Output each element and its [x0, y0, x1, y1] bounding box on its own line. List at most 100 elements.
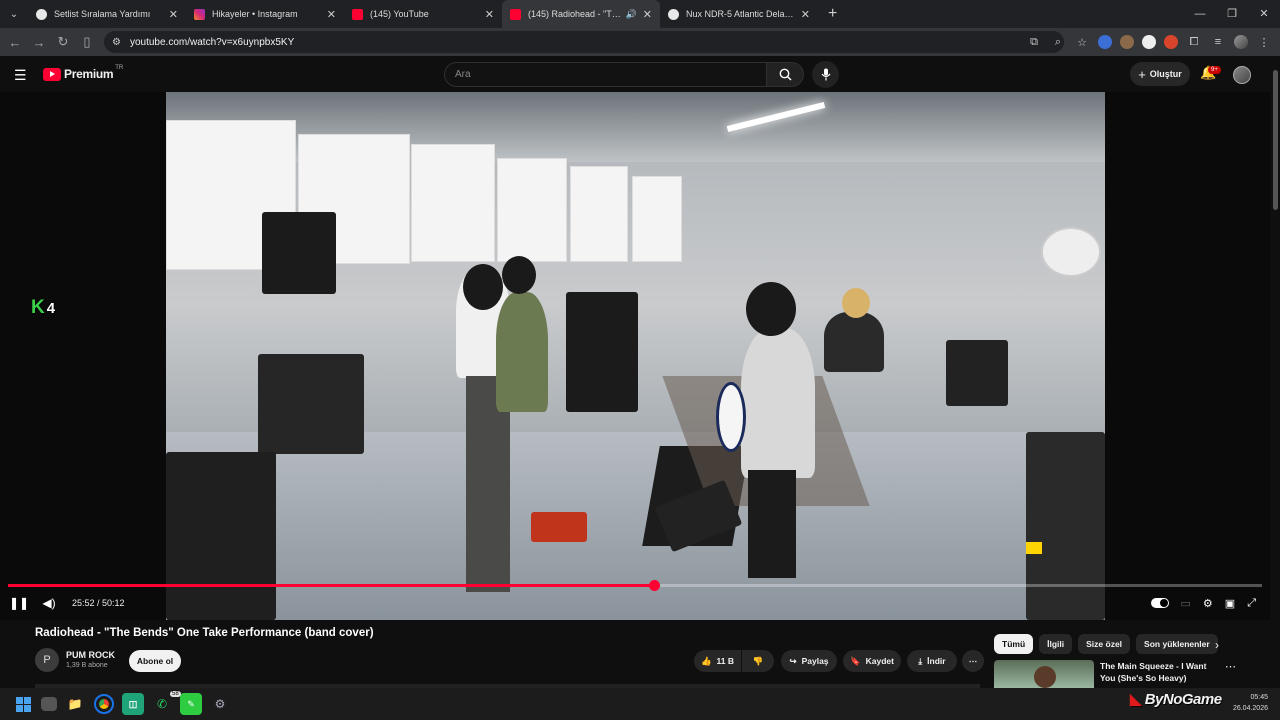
whatsapp-unread-badge: 58: [170, 691, 181, 697]
more-actions-button[interactable]: ⋯: [962, 650, 984, 672]
settings-gear-icon[interactable]: ⚙: [1203, 597, 1213, 610]
tab-title: Setlist Sıralama Yardımı: [54, 9, 151, 19]
chrome-icon[interactable]: [93, 693, 115, 715]
tab-3[interactable]: (145) Radiohead - "The Bends" 🔊 ✕: [502, 0, 660, 28]
close-icon[interactable]: ✕: [169, 8, 178, 21]
youtube-favicon-icon: [352, 8, 363, 20]
tab-0[interactable]: Setlist Sıralama Yardımı ✕: [28, 0, 186, 28]
channel-avatar[interactable]: P: [35, 648, 59, 672]
tab-4[interactable]: Nux NDR-5 Atlantic Delay ve Re ✕: [660, 0, 818, 28]
tab-title: Hikayeler • Instagram: [212, 9, 298, 19]
create-label: Oluştur: [1149, 69, 1182, 79]
fullscreen-icon[interactable]: ⤢: [1247, 597, 1256, 610]
chatgpt-favicon-icon: [36, 8, 47, 20]
create-button[interactable]: + Oluştur: [1130, 62, 1190, 86]
restore-icon[interactable]: ❐: [1216, 0, 1248, 28]
voice-search-button[interactable]: [812, 61, 839, 88]
chip-related[interactable]: İlgili: [1039, 634, 1073, 654]
extensions-puzzle-icon[interactable]: ⧠: [1186, 36, 1202, 49]
account-avatar[interactable]: [1233, 66, 1251, 84]
close-icon[interactable]: ✕: [801, 8, 810, 21]
player-controls-right: ▭ ⚙ ▣ ⤢: [1150, 594, 1256, 612]
chip-all[interactable]: Tümü: [994, 634, 1034, 654]
windows-start-icon[interactable]: [12, 693, 34, 715]
country-code: TR: [115, 65, 124, 71]
microphone-icon: [821, 68, 830, 81]
tab-1[interactable]: Hikayeler • Instagram ✕: [186, 0, 344, 28]
extension-icon[interactable]: [1142, 35, 1156, 49]
download-button[interactable]: ⤓ İndir: [907, 650, 957, 672]
recommendation-title[interactable]: The Main Squeeze - I Want You (She's So …: [1100, 660, 1218, 684]
youtube-play-icon: [43, 67, 61, 81]
chip-recently-uploaded[interactable]: Son yüklenenler: [1136, 634, 1218, 654]
menu-icon[interactable]: ☰: [14, 67, 27, 84]
video-player[interactable]: K4: [0, 92, 1270, 620]
video-frame[interactable]: [166, 92, 1105, 620]
tab-search-icon[interactable]: ⌄: [0, 0, 28, 28]
like-count: 11 B: [716, 656, 735, 666]
subtitles-icon[interactable]: ▭: [1181, 597, 1191, 610]
profile-icon[interactable]: [1234, 35, 1248, 49]
translate-extension-icon[interactable]: [1098, 35, 1112, 49]
new-tab-icon[interactable]: +: [828, 5, 837, 23]
url-field[interactable]: ⚙ youtube.com/watch?v=x6uynpbx5KY: [104, 31, 1064, 53]
chip-for-you[interactable]: Size özel: [1078, 634, 1131, 654]
whatsapp-icon[interactable]: ✆: [151, 693, 173, 715]
miniplayer-icon[interactable]: ▣: [1225, 597, 1235, 610]
pause-icon[interactable]: ❚❚: [4, 596, 34, 610]
more-vertical-icon[interactable]: ⋯: [1225, 660, 1236, 673]
thumbs-down-icon: 👎: [752, 655, 764, 666]
search-icon: [779, 68, 792, 81]
overlay-k-badge: K4: [31, 297, 56, 318]
close-window-icon[interactable]: ✕: [1248, 0, 1280, 28]
close-icon[interactable]: ✕: [485, 8, 494, 21]
subscribe-button[interactable]: Abone ol: [129, 650, 181, 672]
download-icon: ⤓: [918, 655, 923, 666]
app-icon[interactable]: ◫: [122, 693, 144, 715]
autoplay-toggle[interactable]: [1150, 598, 1169, 608]
site-info-icon[interactable]: ⚙: [112, 37, 121, 48]
extension-icon[interactable]: [1164, 35, 1178, 49]
channel-name[interactable]: PUM ROCK: [66, 650, 115, 660]
reload-icon[interactable]: ↻: [51, 34, 75, 50]
close-icon[interactable]: ✕: [327, 8, 336, 21]
minimize-icon[interactable]: —: [1184, 0, 1216, 28]
share-icon: ↪: [789, 655, 797, 666]
page-scrollbar[interactable]: [1270, 56, 1280, 688]
tab-2[interactable]: (145) YouTube ✕: [344, 0, 502, 28]
notification-count-badge: 9+: [1208, 66, 1221, 74]
system-clock: 05:45 26.04.2026: [1233, 692, 1268, 714]
chevron-right-icon[interactable]: ›: [1215, 638, 1219, 652]
youtube-header: ☰ Premium TR Ara + Oluştur 🔔: [0, 56, 1280, 92]
search-button[interactable]: [766, 62, 804, 87]
notes-app-icon[interactable]: ✎: [180, 693, 202, 715]
zoom-icon[interactable]: ⌕: [1050, 36, 1066, 49]
file-explorer-icon[interactable]: 📁: [64, 693, 86, 715]
extension-icon[interactable]: [1120, 35, 1134, 49]
side-panel-icon[interactable]: ▯: [75, 34, 99, 50]
share-button[interactable]: ↪ Paylaş: [781, 650, 837, 672]
close-icon[interactable]: ✕: [643, 8, 652, 21]
audio-playing-icon[interactable]: 🔊: [626, 9, 637, 20]
volume-icon[interactable]: ◀): [34, 596, 64, 610]
settings-app-icon[interactable]: ⚙: [209, 693, 231, 715]
bookmark-star-icon[interactable]: ☆: [1074, 36, 1090, 49]
youtube-logo[interactable]: Premium TR: [43, 65, 124, 81]
task-view-icon[interactable]: [41, 697, 57, 711]
save-button[interactable]: 🔖 Kaydet: [843, 650, 901, 672]
media-controls-icon[interactable]: ≡: [1210, 36, 1226, 48]
streamer-watermark: ◣ ByNoGame: [1130, 690, 1222, 708]
dislike-button[interactable]: 👎: [742, 650, 774, 672]
scrollbar-thumb[interactable]: [1273, 70, 1278, 210]
bookmark-icon: 🔖: [850, 655, 861, 666]
bynogame-logo-icon: ◣: [1130, 691, 1142, 708]
cast-icon[interactable]: ⧉: [1026, 36, 1042, 49]
search-input[interactable]: Ara: [444, 62, 767, 87]
like-button[interactable]: 👍 11 B: [694, 650, 741, 672]
progress-bar[interactable]: [8, 580, 1262, 591]
recommendation-thumbnail[interactable]: [994, 660, 1094, 688]
browser-menu-icon[interactable]: ⋮: [1256, 36, 1272, 49]
back-icon[interactable]: ←: [3, 35, 27, 50]
forward-icon[interactable]: →: [27, 35, 51, 50]
tab-title: Nux NDR-5 Atlantic Delay ve Re: [686, 9, 795, 19]
